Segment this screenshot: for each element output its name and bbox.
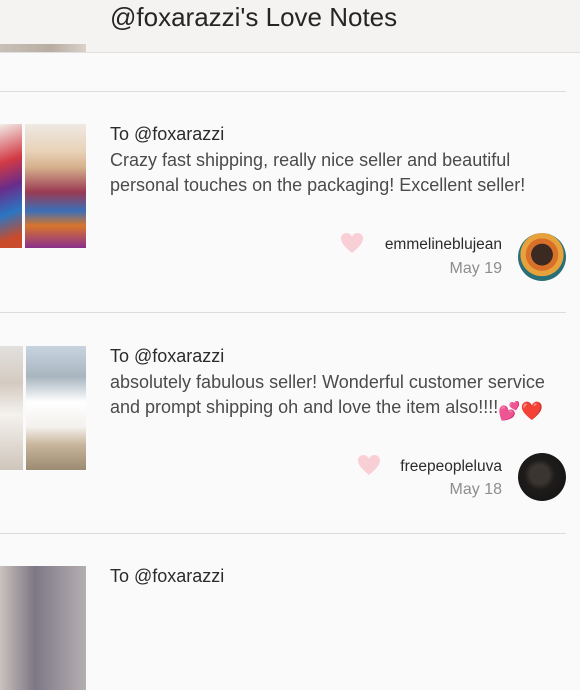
heart-icon bbox=[341, 233, 363, 253]
note-author[interactable]: emmelineblujean bbox=[385, 236, 502, 254]
listing-thumbnail[interactable] bbox=[26, 346, 86, 470]
listing-thumbnails[interactable] bbox=[0, 566, 86, 690]
note-recipient[interactable]: To @foxarazzi bbox=[110, 566, 224, 587]
divider bbox=[0, 312, 566, 313]
note-message: Crazy fast shipping, really nice seller … bbox=[110, 150, 526, 195]
divider bbox=[0, 91, 566, 92]
note-recipient[interactable]: To @foxarazzi bbox=[110, 346, 224, 367]
emoji: 💕❤️ bbox=[498, 401, 544, 421]
avatar[interactable] bbox=[518, 453, 566, 501]
note-author[interactable]: freepeopleluva bbox=[400, 458, 502, 476]
note-date: May 19 bbox=[449, 260, 502, 277]
note-message: absolutely fabulous seller! Wonderful cu… bbox=[110, 370, 570, 424]
note-recipient[interactable]: To @foxarazzi bbox=[110, 124, 224, 145]
page-title: @foxarazzi's Love Notes bbox=[110, 2, 398, 32]
avatar[interactable] bbox=[518, 233, 566, 281]
heart-icon bbox=[358, 455, 380, 475]
note-message-text: absolutely fabulous seller! Wonderful cu… bbox=[110, 372, 545, 417]
listing-thumbnail[interactable] bbox=[0, 566, 86, 690]
divider bbox=[0, 533, 566, 534]
listing-thumbnails[interactable] bbox=[0, 124, 86, 248]
listing-thumbnail[interactable] bbox=[0, 124, 22, 248]
listing-thumbnail[interactable] bbox=[0, 346, 23, 470]
page-header: @foxarazzi's Love Notes bbox=[0, 0, 580, 53]
listing-thumbnails[interactable] bbox=[0, 346, 86, 470]
listing-thumbnail[interactable] bbox=[0, 44, 86, 52]
listing-thumbnail[interactable] bbox=[25, 124, 86, 248]
note-date: May 18 bbox=[449, 481, 502, 498]
